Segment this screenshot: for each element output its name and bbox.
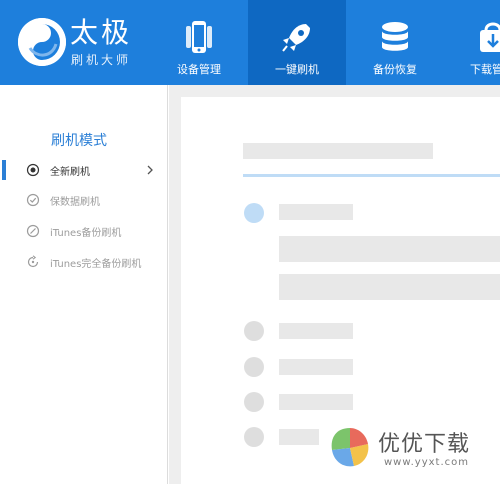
app-subtitle: 刷机大师 xyxy=(71,53,132,67)
skeleton-block xyxy=(279,236,500,262)
sidebar-item-keep-data-flash[interactable]: 保数据刷机 xyxy=(0,185,167,215)
tab-label: 设备管理 xyxy=(177,63,221,76)
skeleton-divider xyxy=(243,174,500,177)
download-bag-icon xyxy=(474,18,500,56)
sidebar-item-label: iTunes完全备份刷机 xyxy=(50,259,142,270)
rocket-icon xyxy=(278,18,316,56)
watermark-url: www.yyxt.com xyxy=(384,457,470,468)
tab-label: 备份恢复 xyxy=(373,63,417,76)
slash-circle-icon xyxy=(26,224,40,238)
skeleton-step-label xyxy=(279,359,353,375)
skeleton-step-label xyxy=(279,429,319,445)
tab-device-management[interactable]: 设备管理 xyxy=(150,0,248,85)
app-title: 太极 xyxy=(70,16,133,49)
chevron-right-icon xyxy=(145,163,155,177)
check-circle-icon xyxy=(26,193,40,207)
tab-label: 下载管 xyxy=(470,63,500,76)
radio-dot-icon xyxy=(26,163,40,177)
sidebar-item-fresh-flash[interactable]: 全新刷机 xyxy=(0,155,167,185)
skeleton-step-dot xyxy=(244,321,264,341)
watermark-logo-icon xyxy=(326,424,374,472)
watermark-title: 优优下载 xyxy=(378,432,471,457)
database-icon xyxy=(376,18,414,56)
skeleton-step-dot-active xyxy=(244,203,264,223)
sidebar-item-label: iTunes备份刷机 xyxy=(50,228,122,239)
sidebar: 刷机模式 全新刷机 保数据刷机 iTunes备份刷机 iTunes完全备份刷机 xyxy=(0,85,168,484)
skeleton-step-dot xyxy=(244,392,264,412)
skeleton-step-label xyxy=(279,394,353,410)
phone-icon xyxy=(180,18,218,56)
tab-backup-restore[interactable]: 备份恢复 xyxy=(346,0,444,85)
skeleton-block xyxy=(279,274,500,300)
tab-download-management[interactable]: 下载管 xyxy=(444,0,500,85)
top-bar: 太极 刷机大师 设备管理 一键刷机 备份恢复 下载管 xyxy=(0,0,500,85)
skeleton-step-label xyxy=(279,323,353,339)
skeleton-step-dot xyxy=(244,427,264,447)
skeleton-title xyxy=(243,143,433,159)
skeleton-step-dot xyxy=(244,357,264,377)
sidebar-item-itunes-backup-flash[interactable]: iTunes备份刷机 xyxy=(0,216,167,246)
active-indicator xyxy=(2,160,6,180)
sidebar-item-label: 全新刷机 xyxy=(50,167,90,178)
refresh-circle-icon xyxy=(26,255,40,269)
skeleton-step-label xyxy=(279,204,353,220)
tab-one-click-flash[interactable]: 一键刷机 xyxy=(248,0,346,85)
sidebar-item-label: 保数据刷机 xyxy=(50,197,100,208)
tab-label: 一键刷机 xyxy=(275,63,319,76)
taiji-logo-icon xyxy=(18,18,66,66)
sidebar-title: 刷机模式 xyxy=(51,133,107,149)
sidebar-item-itunes-full-backup-flash[interactable]: iTunes完全备份刷机 xyxy=(0,247,167,277)
